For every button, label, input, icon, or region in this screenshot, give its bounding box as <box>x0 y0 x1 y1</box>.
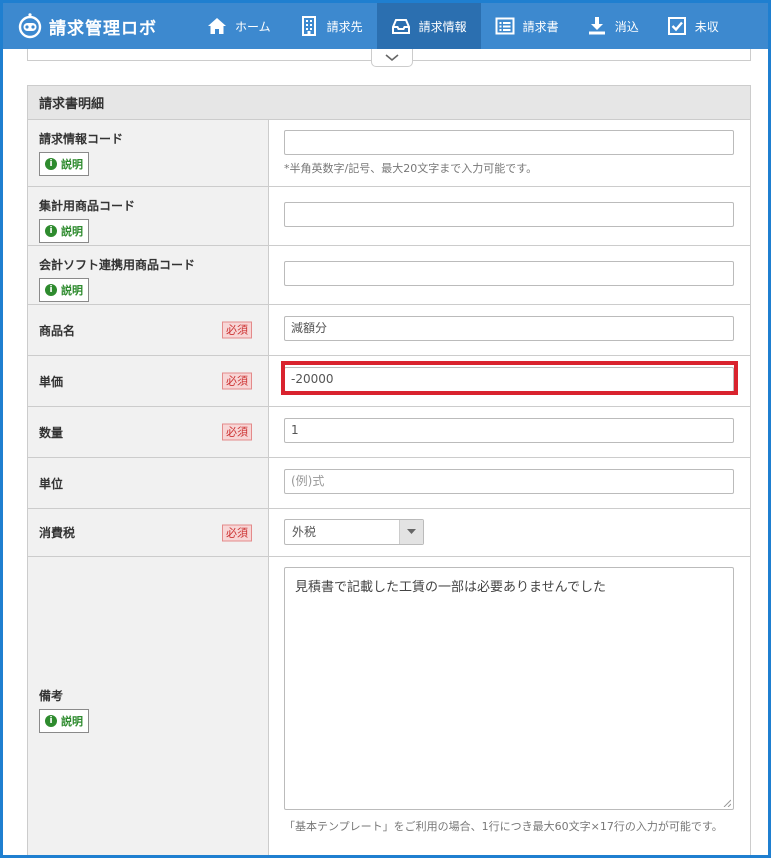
required-badge: 必須 <box>222 321 252 339</box>
required-badge: 必須 <box>222 423 252 441</box>
field-label: 会計ソフト連携用商品コード <box>39 258 196 272</box>
robot-logo-icon <box>18 13 42 39</box>
nav-billing-info-label: 請求情報 <box>418 19 467 34</box>
row-remarks: 備考 i 説明 見積書で記載した工賃の一部は必要ありませんでした 「基本テンプレ… <box>28 557 750 855</box>
remarks-text: 見積書で記載した工賃の一部は必要ありませんでした <box>295 580 606 595</box>
chevron-down-icon <box>385 53 399 61</box>
invoice-detail-section: 請求書明細 請求情報コード i 説明 *半角英数字/記号、最大20文字まで入力可… <box>27 85 751 855</box>
field-label: 単位 <box>39 476 64 491</box>
label-cell: 集計用商品コード i 説明 <box>28 187 269 245</box>
building-icon <box>299 16 319 36</box>
row-agg-product-code: 集計用商品コード i 説明 <box>28 187 750 246</box>
nav-unpaid[interactable]: 未収 <box>653 3 733 49</box>
label-cell: 備考 i 説明 <box>28 557 269 855</box>
required-badge: 必須 <box>222 524 252 541</box>
nav-customers-label: 請求先 <box>326 19 363 34</box>
caret-down-icon <box>407 529 416 534</box>
label-cell: 会計ソフト連携用商品コード i 説明 <box>28 246 269 304</box>
explain-label: 説明 <box>61 284 83 297</box>
value-cell: 1 <box>269 407 750 457</box>
remarks-textarea[interactable]: 見積書で記載した工賃の一部は必要ありませんでした <box>284 567 734 810</box>
nav-reconcile-label: 消込 <box>614 19 639 34</box>
inbox-icon <box>391 16 411 36</box>
field-label: 請求情報コード <box>39 132 124 146</box>
explain-label: 説明 <box>61 715 83 728</box>
list-icon <box>495 16 515 36</box>
resize-handle-icon[interactable] <box>723 799 731 807</box>
nav-unpaid-label: 未収 <box>694 19 719 34</box>
value-cell: (例)式 <box>269 458 750 508</box>
unit-input[interactable]: (例)式 <box>284 469 734 494</box>
info-icon: i <box>45 158 57 170</box>
label-cell: 数量 必須 <box>28 407 269 457</box>
collapsed-panel <box>27 49 751 67</box>
explain-button[interactable]: i 説明 <box>39 152 89 176</box>
section-title: 請求書明細 <box>28 86 750 120</box>
tax-select-value: 外税 <box>292 525 317 539</box>
row-unit: 単位 (例)式 <box>28 458 750 509</box>
row-quantity: 数量 必須 1 <box>28 407 750 458</box>
product-name-input[interactable]: 減額分 <box>284 316 734 341</box>
explain-button[interactable]: i 説明 <box>39 709 89 733</box>
explain-button[interactable]: i 説明 <box>39 219 89 243</box>
app-title: 請求管理ロボ <box>49 18 157 39</box>
info-icon: i <box>45 715 57 727</box>
row-billing-code: 請求情報コード i 説明 *半角英数字/記号、最大20文字まで入力可能です。 <box>28 120 750 187</box>
field-label: 単価 <box>39 374 64 389</box>
nav-customers[interactable]: 請求先 <box>285 3 377 49</box>
field-label: 集計用商品コード <box>39 199 136 213</box>
remarks-hint: 「基本テンプレート」をご利用の場合、1行につき最大60文字×17行の入力が可能で… <box>284 820 723 833</box>
checkbox-icon <box>667 16 687 36</box>
app-window: 請求管理ロボ ホーム 請求先 請求情報 請求書 消込 未収 請求書明細 請求情報… <box>3 3 768 855</box>
explain-button[interactable]: i 説明 <box>39 278 89 302</box>
main-content: 請求書明細 請求情報コード i 説明 *半角英数字/記号、最大20文字まで入力可… <box>27 49 751 855</box>
label-cell: 請求情報コード i 説明 <box>28 120 269 186</box>
nav-home-label: ホーム <box>235 19 271 34</box>
info-icon: i <box>45 284 57 296</box>
value-cell: 見積書で記載した工賃の一部は必要ありませんでした 「基本テンプレート」をご利用の… <box>269 557 750 855</box>
value-cell: *半角英数字/記号、最大20文字まで入力可能です。 <box>269 120 750 186</box>
row-product-name: 商品名 必須 減額分 <box>28 305 750 356</box>
select-arrow[interactable] <box>399 520 423 544</box>
nav-billing-info[interactable]: 請求情報 <box>376 3 481 49</box>
accounting-product-code-input[interactable] <box>284 261 734 286</box>
explain-label: 説明 <box>61 158 83 171</box>
label-cell: 単位 <box>28 458 269 508</box>
info-icon: i <box>45 225 57 237</box>
tax-select[interactable]: 外税 <box>284 519 424 545</box>
main-nav: ホーム 請求先 請求情報 請求書 消込 未収 <box>193 3 733 49</box>
highlight-box <box>281 361 738 395</box>
label-cell: 商品名 必須 <box>28 305 269 355</box>
billing-code-input[interactable] <box>284 130 734 155</box>
agg-product-code-input[interactable] <box>284 202 734 227</box>
row-accounting-product-code: 会計ソフト連携用商品コード i 説明 <box>28 246 750 305</box>
required-badge: 必須 <box>222 372 252 390</box>
row-tax: 消費税 必須 外税 <box>28 509 750 557</box>
home-icon <box>207 16 227 36</box>
field-label: 消費税 <box>39 526 76 540</box>
field-label: 備考 <box>39 689 64 703</box>
nav-invoices-label: 請求書 <box>522 19 559 34</box>
label-cell: 消費税 必須 <box>28 509 269 556</box>
expand-toggle[interactable] <box>371 49 413 67</box>
billing-code-hint: *半角英数字/記号、最大20文字まで入力可能です。 <box>284 162 538 175</box>
field-label: 商品名 <box>39 323 76 338</box>
value-cell: 外税 <box>269 509 750 556</box>
nav-invoices[interactable]: 請求書 <box>481 3 573 49</box>
nav-home[interactable]: ホーム <box>193 3 285 49</box>
label-cell: 単価 必須 <box>28 356 269 406</box>
top-nav-bar: 請求管理ロボ ホーム 請求先 請求情報 請求書 消込 未収 <box>3 3 768 49</box>
value-cell <box>269 246 750 304</box>
value-cell: 減額分 <box>269 305 750 355</box>
download-icon <box>587 16 607 36</box>
nav-reconcile[interactable]: 消込 <box>573 3 653 49</box>
value-cell <box>269 187 750 245</box>
field-label: 数量 <box>39 425 64 440</box>
quantity-input[interactable]: 1 <box>284 418 734 443</box>
explain-label: 説明 <box>61 225 83 238</box>
brand-logo[interactable]: 請求管理ロボ <box>3 3 193 49</box>
row-unit-price: 単価 必須 -20000 <box>28 356 750 407</box>
